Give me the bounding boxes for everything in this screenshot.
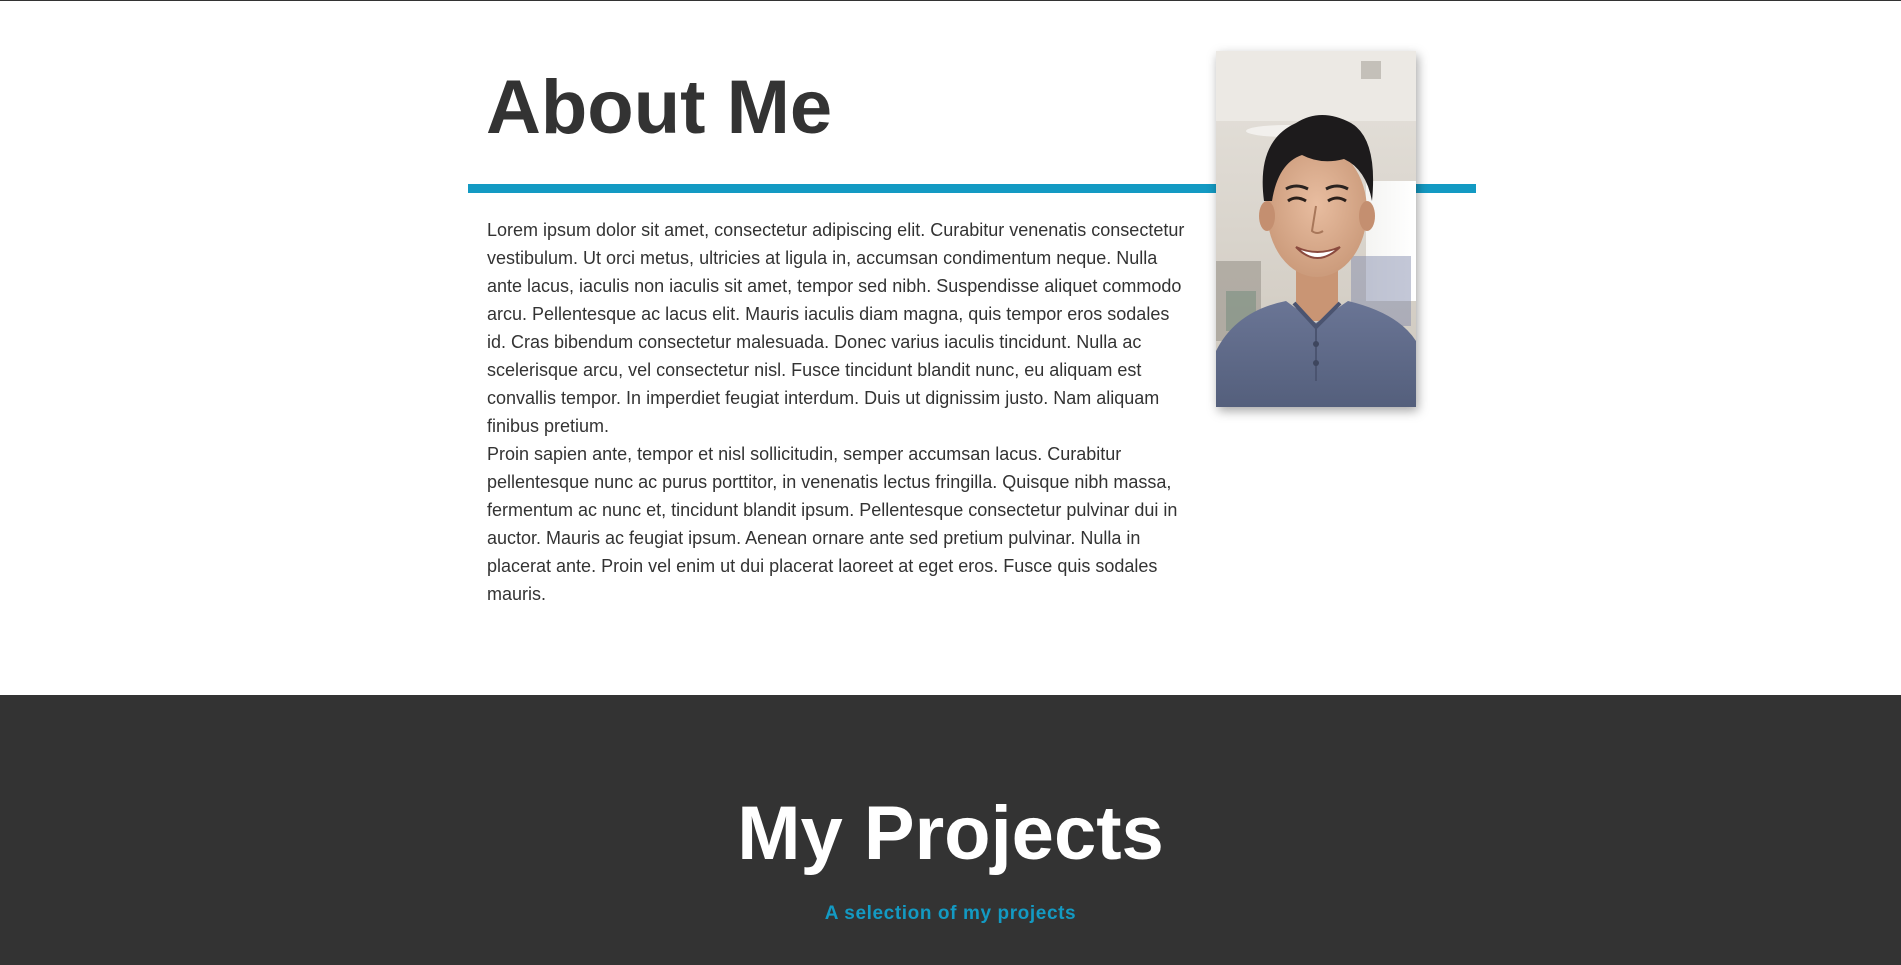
about-section: About Me Lorem ipsum dolor sit amet, con…: [0, 1, 1901, 695]
about-title: About Me: [486, 65, 833, 150]
about-paragraph-1: Lorem ipsum dolor sit amet, consectetur …: [487, 220, 1185, 436]
projects-subtitle: A selection of my projects: [824, 903, 1077, 924]
projects-title: My Projects: [737, 791, 1164, 876]
about-paragraph-2: Proin sapien ante, tempor et nisl sollic…: [487, 444, 1178, 604]
about-text: Lorem ipsum dolor sit amet, consectetur …: [487, 216, 1187, 608]
profile-photo: [1216, 51, 1416, 407]
projects-section: My Projects A selection of my projects: [0, 695, 1901, 965]
